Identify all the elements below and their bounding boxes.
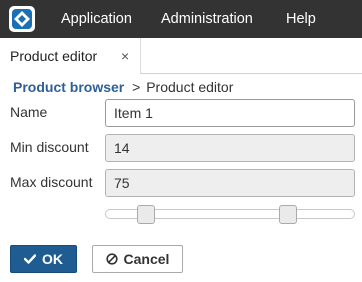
ok-button-label: OK [42, 251, 63, 267]
slider-handle-max[interactable] [279, 205, 297, 224]
menu-application[interactable]: Application [61, 0, 132, 38]
cancel-icon [105, 253, 118, 265]
breadcrumb-separator: > [132, 79, 141, 95]
breadcrumb: Product browser > Product editor [13, 77, 233, 97]
tab-product-editor[interactable]: Product editor × [0, 38, 141, 74]
breadcrumb-current: Product editor [146, 79, 234, 95]
max-discount-label: Max discount [10, 174, 93, 190]
close-icon[interactable]: × [121, 38, 129, 74]
tab-bar: Product editor × [0, 38, 362, 74]
app-logo-icon[interactable] [9, 6, 35, 32]
discount-range-slider[interactable] [105, 205, 355, 224]
name-label: Name [10, 104, 48, 120]
ok-button[interactable]: OK [10, 245, 77, 273]
menu-help[interactable]: Help [286, 0, 316, 38]
cancel-button[interactable]: Cancel [92, 245, 183, 273]
min-discount-label: Min discount [10, 139, 89, 155]
name-field[interactable] [105, 99, 355, 127]
tab-label: Product editor [10, 48, 98, 64]
min-discount-field[interactable] [105, 134, 355, 162]
check-icon [24, 254, 36, 264]
breadcrumb-link-product-browser[interactable]: Product browser [13, 79, 124, 95]
slider-handle-min[interactable] [137, 205, 155, 224]
menu-administration[interactable]: Administration [161, 0, 253, 38]
cancel-button-label: Cancel [123, 251, 170, 267]
max-discount-field[interactable] [105, 169, 355, 197]
top-menu-bar: Application Administration Help [0, 0, 362, 38]
